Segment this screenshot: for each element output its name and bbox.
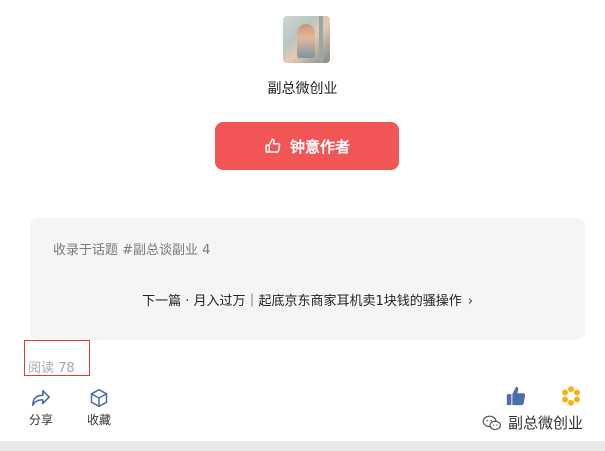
share-button[interactable]: 分享 (26, 388, 56, 428)
thumbs-up-filled-icon (506, 386, 526, 406)
wechat-watermark: 副总微创业 (482, 412, 583, 433)
flower-icon (562, 386, 580, 406)
like-article-button[interactable] (505, 385, 527, 411)
like-author-label: 钟意作者 (289, 137, 350, 156)
share-label: 分享 (28, 413, 53, 427)
box-icon (90, 388, 108, 408)
like-author-button[interactable]: 钟意作者 (215, 122, 399, 170)
read-count: 阅读 78 (28, 357, 75, 376)
author-avatar[interactable] (283, 16, 330, 63)
avatar-photo-figure (297, 24, 315, 58)
bottom-divider (0, 441, 605, 451)
author-name: 副总微创业 (267, 81, 338, 97)
read-label: 阅读 (28, 361, 55, 376)
chevron-right-icon: › (467, 294, 473, 309)
share-icon (32, 389, 50, 407)
next-article-title: 下一篇 · 月入过万｜起底京东商家耳机卖1块钱的骚操作 (142, 294, 462, 309)
next-article-link[interactable]: 下一篇 · 月入过万｜起底京东商家耳机卖1块钱的骚操作 › (30, 290, 585, 309)
thumbs-up-icon (265, 138, 281, 153)
topic-card: 收录于话题 #副总谈副业 4 下一篇 · 月入过万｜起底京东商家耳机卖1块钱的骚… (30, 218, 585, 340)
read-value: 78 (58, 361, 75, 376)
wow-button[interactable] (560, 385, 582, 411)
favorite-label: 收藏 (86, 413, 111, 427)
favorite-button[interactable]: 收藏 (84, 388, 114, 428)
watermark-text: 副总微创业 (508, 414, 584, 432)
wechat-icon (482, 415, 501, 430)
avatar-photo-detail (319, 16, 323, 63)
topic-link[interactable]: 收录于话题 #副总谈副业 4 (53, 239, 210, 258)
